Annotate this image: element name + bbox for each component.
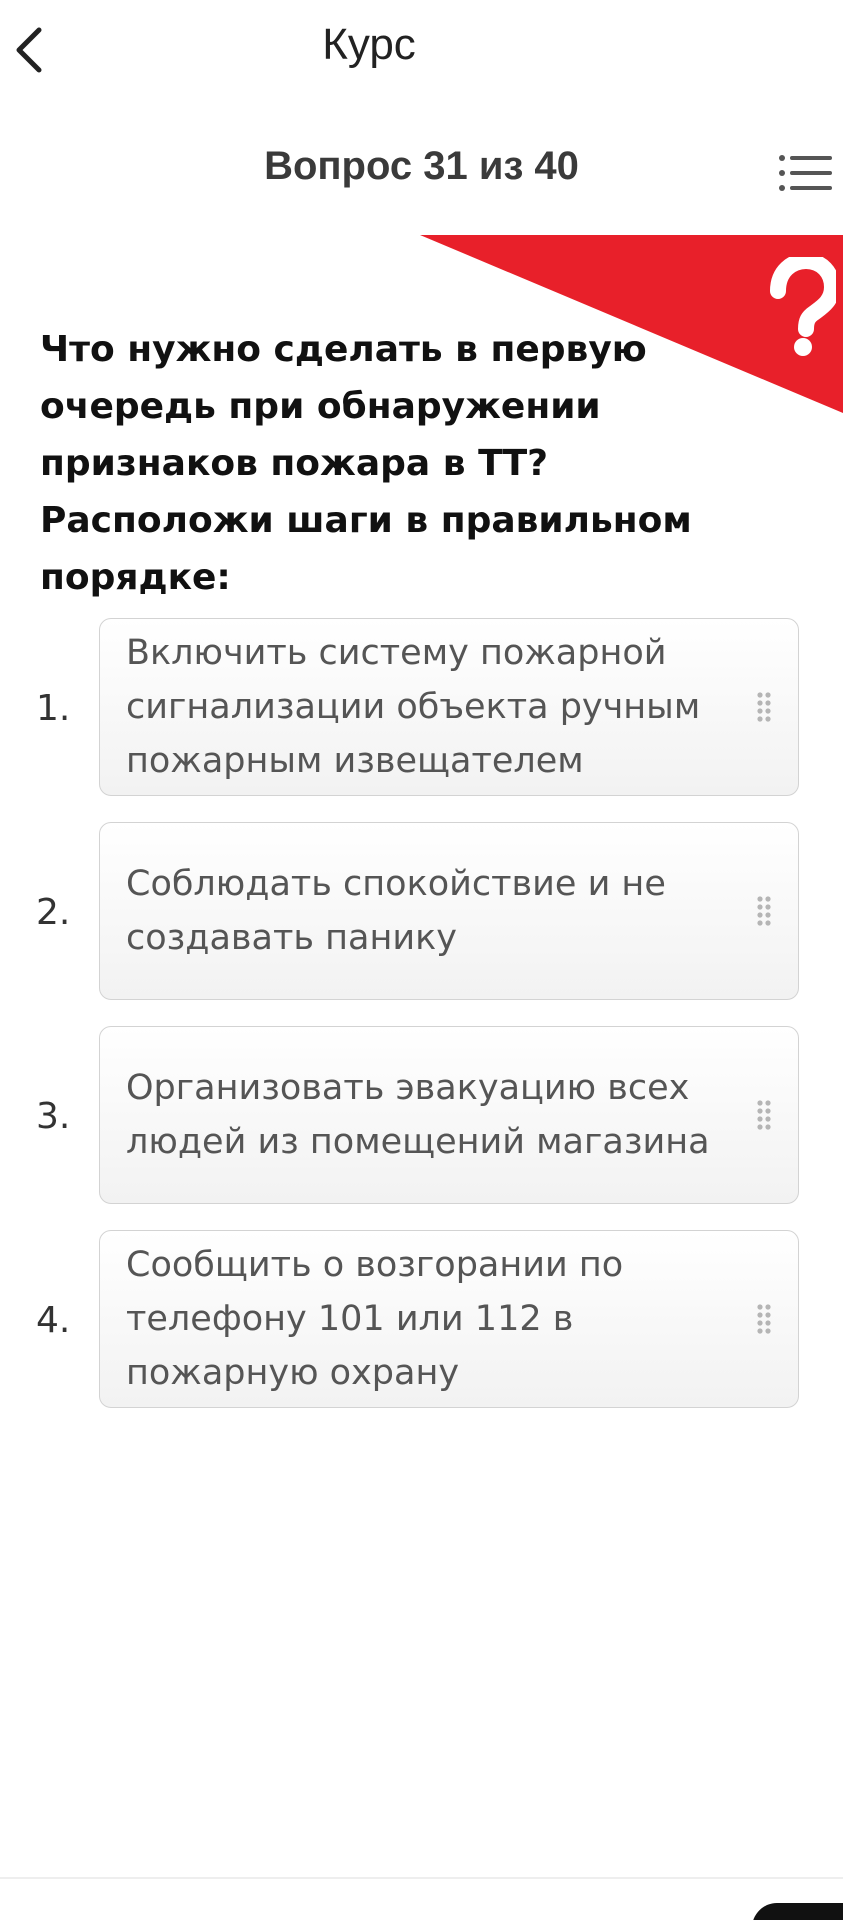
answer-card[interactable]: Организовать эвакуацию всех людей из пом… <box>99 1026 799 1204</box>
answer-number: 2. <box>36 891 71 933</box>
course-screen: Курс Вопрос 31 из 40 Что нужно сделать в… <box>0 0 843 1920</box>
answer-number: 1. <box>36 687 71 729</box>
drag-handle-icon[interactable] <box>752 823 776 999</box>
page-title: Курс <box>322 20 416 69</box>
answer-number: 3. <box>36 1095 71 1137</box>
question-text: Что нужно сделать в первую очередь при о… <box>40 329 692 598</box>
drag-handle-icon[interactable] <box>752 1027 776 1203</box>
list-menu-icon <box>779 155 832 191</box>
bottom-action-button[interactable] <box>752 1903 843 1920</box>
answer-row: 4. Сообщить о возгорании по телефону 101… <box>0 1230 843 1410</box>
bottom-divider <box>0 1877 843 1879</box>
top-bar: Курс <box>0 0 843 100</box>
answer-number: 4. <box>36 1299 71 1341</box>
answer-text: Включить систему пожарной сигнализации о… <box>126 633 701 781</box>
answer-row: 2. Соблюдать спокойствие и не создавать … <box>0 822 843 1002</box>
answer-card[interactable]: Включить систему пожарной сигнализации о… <box>99 618 799 796</box>
answer-row: 3. Организовать эвакуацию всех людей из … <box>0 1026 843 1206</box>
question-mark-icon <box>770 257 836 356</box>
answer-row: 1. Включить систему пожарной сигнализаци… <box>0 618 843 798</box>
question-list-button[interactable] <box>778 150 834 196</box>
question-header: Вопрос 31 из 40 <box>0 140 843 200</box>
answer-text: Организовать эвакуацию всех людей из пом… <box>126 1068 710 1162</box>
answer-card[interactable]: Соблюдать спокойствие и не создавать пан… <box>99 822 799 1000</box>
question-counter: Вопрос 31 из 40 <box>264 144 579 188</box>
drag-handle-icon[interactable] <box>752 619 776 795</box>
answer-text: Соблюдать спокойствие и не создавать пан… <box>126 864 666 958</box>
answer-card[interactable]: Сообщить о возгорании по телефону 101 ил… <box>99 1230 799 1408</box>
answer-text: Сообщить о возгорании по телефону 101 ил… <box>126 1245 624 1393</box>
drag-handle-icon[interactable] <box>752 1231 776 1407</box>
